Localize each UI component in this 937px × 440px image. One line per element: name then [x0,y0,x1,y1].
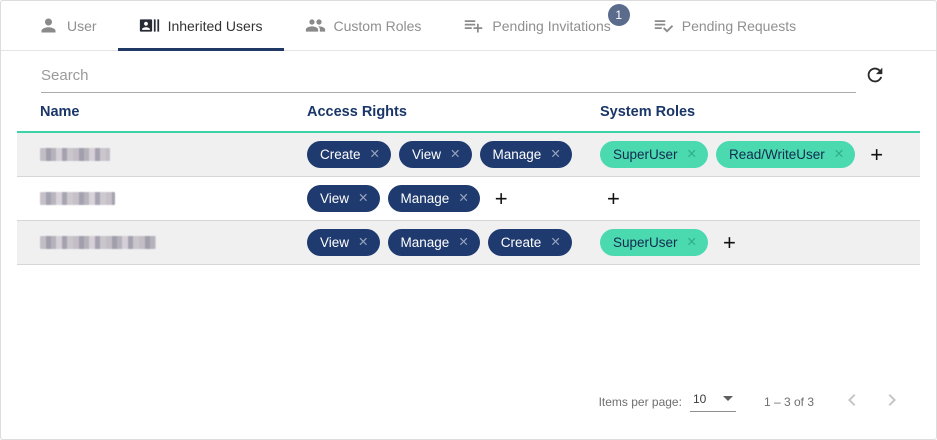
column-header-access-rights: Access Rights [307,104,600,120]
tab-label: User [67,18,97,34]
access-right-chip[interactable]: Create ✕ [488,229,572,256]
tab-label: Pending Invitations [492,18,610,34]
remove-chip-icon[interactable]: ✕ [450,148,460,161]
remove-chip-icon[interactable]: ✕ [458,236,468,249]
remove-chip-icon[interactable]: ✕ [550,148,560,161]
access-right-chip[interactable]: View ✕ [307,229,380,256]
tab-custom-roles[interactable]: Custom Roles [284,1,443,50]
system-roles-cell: SuperUser ✕ + [600,229,920,256]
column-header-name: Name [40,104,307,120]
tab-inherited-users[interactable]: Inherited Users [118,1,284,50]
system-role-chip[interactable]: SuperUser ✕ [600,229,708,256]
remove-chip-icon[interactable]: ✕ [687,236,697,249]
redacted-user-name [40,236,156,249]
table-body: Create✕View✕Manage✕SuperUser✕Read/WriteU… [1,131,936,265]
add-system-role-button[interactable]: + [605,188,622,210]
access-rights-cell: Create ✕ View ✕ Manage ✕ [307,141,600,168]
add-access-right-button[interactable]: + [493,188,510,210]
access-right-chip[interactable]: Create ✕ [307,141,391,168]
add-system-role-button[interactable]: + [721,232,738,254]
previous-page-button[interactable] [840,388,864,415]
system-roles-cell: + [600,188,920,210]
chip-label: Manage [401,191,450,206]
search-row [41,61,886,93]
remove-chip-icon[interactable]: ✕ [458,192,468,205]
chip-label: View [412,147,441,162]
remove-chip-icon[interactable]: ✕ [370,148,380,161]
system-role-chip[interactable]: SuperUser ✕ [600,141,708,168]
name-cell [40,148,307,161]
tab-pending-requests[interactable]: Pending Requests [632,1,817,50]
playlist-add-icon [463,15,484,36]
system-roles-cell: SuperUser ✕ Read/WriteUser ✕ + [600,141,920,168]
refresh-button[interactable] [856,64,886,93]
tab-pending-invitations[interactable]: Pending Invitations1 [442,1,631,50]
page-size-value: 10 [693,392,706,406]
access-rights-cell: View ✕ Manage ✕ Create ✕ [307,229,600,256]
access-right-chip[interactable]: Manage ✕ [388,229,480,256]
chip-label: View [320,191,349,206]
access-right-chip[interactable]: Manage ✕ [388,185,480,212]
refresh-icon [864,64,886,89]
chip-label: Create [501,235,542,250]
table-row[interactable]: View ✕ Manage ✕ + + [17,177,920,221]
chip-label: Manage [493,147,542,162]
table-header: Name Access Rights System Roles [17,93,920,131]
remove-chip-icon[interactable]: ✕ [687,148,697,161]
chevron-left-icon [840,388,864,415]
search-input[interactable] [41,61,856,93]
user-management-panel: User Inherited Users Custom Roles Pending I… [0,0,937,440]
access-right-chip[interactable]: View ✕ [307,185,380,212]
remove-chip-icon[interactable]: ✕ [358,192,368,205]
access-right-chip[interactable]: View ✕ [399,141,472,168]
items-per-page-label: Items per page: [599,395,682,409]
page-size-select[interactable]: 10 [690,392,736,412]
playlist-check-icon [653,15,674,36]
tab-user[interactable]: User [17,1,118,50]
chip-label: Manage [401,235,450,250]
page-range-label: 1 – 3 of 3 [764,395,814,409]
remove-chip-icon[interactable]: ✕ [550,236,560,249]
next-page-button[interactable] [880,388,904,415]
group-icon [305,15,326,36]
dropdown-caret-icon [723,396,733,401]
access-right-chip[interactable]: Manage ✕ [480,141,572,168]
redacted-user-name [40,148,110,161]
tab-label: Inherited Users [168,18,263,34]
remove-chip-icon[interactable]: ✕ [834,148,844,161]
recent-actors-icon [139,15,160,36]
paginator: Items per page: 10 1 – 3 of 3 [599,388,904,415]
chip-label: SuperUser [613,235,678,250]
redacted-user-name [40,192,115,205]
tab-label: Pending Requests [682,18,796,34]
name-cell [40,236,307,249]
tab-label: Custom Roles [334,18,422,34]
notification-badge: 1 [608,4,630,26]
remove-chip-icon[interactable]: ✕ [358,236,368,249]
table-row[interactable]: Create✕View✕Manage✕SuperUser✕Read/WriteU… [17,131,920,177]
table-row[interactable]: View ✕ Manage ✕ Create ✕ SuperUser ✕ + [17,221,920,265]
add-system-role-button[interactable]: + [868,144,885,166]
chip-label: SuperUser [613,147,678,162]
person-icon [38,15,59,36]
chip-label: Create [320,147,361,162]
chevron-right-icon [880,388,904,415]
name-cell [40,192,307,205]
chip-label: Read/WriteUser [729,147,825,162]
chip-label: View [320,235,349,250]
tab-bar: User Inherited Users Custom Roles Pending I… [1,1,936,51]
access-rights-cell: View ✕ Manage ✕ + [307,185,600,212]
column-header-system-roles: System Roles [600,104,920,120]
system-role-chip[interactable]: Read/WriteUser ✕ [716,141,855,168]
